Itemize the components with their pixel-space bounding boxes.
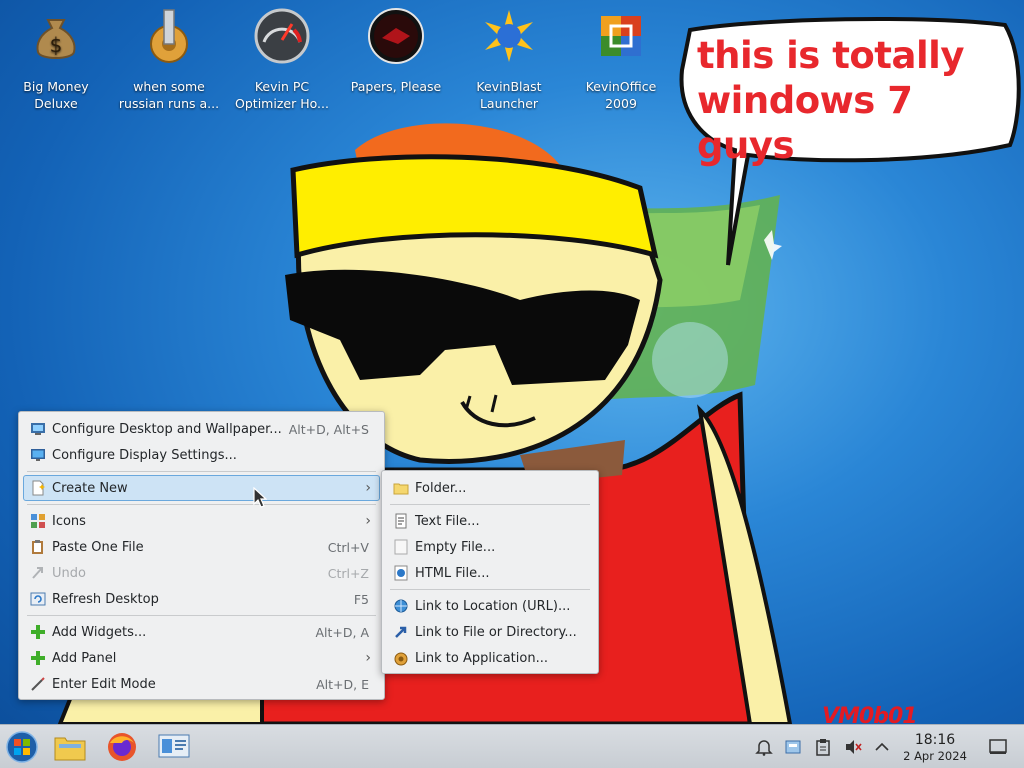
notifications-bell-icon [755, 740, 773, 756]
device-notifier-icon [785, 740, 801, 754]
add-icon [31, 625, 45, 639]
taskbar: 18:16 2 Apr 2024 [0, 724, 1024, 768]
clipboard-icon [816, 739, 830, 756]
clock-date[interactable]: 2 Apr 2024 [895, 749, 975, 763]
menu-add-widgets[interactable]: Add Widgets... Alt+D, A [23, 619, 380, 645]
menu-separator [390, 589, 590, 590]
text-file-icon [395, 513, 407, 529]
undo-icon [32, 567, 43, 579]
money-bag-icon: $ [36, 19, 76, 59]
office-icon [601, 16, 641, 56]
html-file-icon [394, 565, 408, 581]
menu-paste-one-file[interactable]: Paste One File Ctrl+V [23, 534, 380, 560]
desktop-icon-kevinoffice-2009[interactable]: KevinOffice 2009 [568, 8, 674, 112]
display-icon [31, 449, 45, 461]
menu-separator [390, 504, 590, 505]
desktop-settings-icon [31, 423, 45, 435]
artist-signature: VM0b01 [822, 704, 918, 724]
taskbar-file-manager[interactable] [50, 725, 90, 768]
svg-text:$: $ [50, 33, 63, 57]
papers-please-icon [368, 8, 424, 64]
taskbar-system-settings[interactable] [154, 725, 194, 768]
speedometer-icon [254, 8, 310, 64]
taskbar-firefox[interactable] [102, 725, 142, 768]
menu-icons[interactable]: Icons › [23, 508, 380, 534]
icons-grid-icon [31, 514, 45, 528]
start-orb-icon [6, 731, 38, 763]
file-link-icon [395, 626, 407, 638]
desktop-context-menu: Configure Desktop and Wallpaper... Alt+D… [18, 411, 385, 700]
show-desktop-icon [989, 739, 1007, 754]
chevron-right-icon: › [365, 513, 371, 529]
refresh-icon [30, 592, 46, 606]
submenu-html-file[interactable]: HTML File... [386, 560, 594, 586]
menu-refresh-desktop[interactable]: Refresh Desktop F5 [23, 586, 380, 612]
submenu-folder[interactable]: Folder... [386, 475, 594, 501]
menu-separator [27, 504, 376, 505]
app-link-icon [394, 652, 408, 666]
mouse-cursor-icon [253, 487, 267, 508]
tray-device-notifier[interactable] [782, 725, 804, 768]
desktop-icon-russian-runs[interactable]: when some russian runs a... [116, 8, 222, 112]
desktop-icon-papers-please[interactable]: Papers, Please [343, 8, 449, 95]
tray-volume[interactable] [842, 725, 864, 768]
clock-time[interactable]: 18:16 [900, 732, 970, 748]
gear-tower-icon [150, 9, 188, 63]
new-document-icon [32, 480, 45, 496]
empty-file-icon [394, 539, 408, 555]
menu-separator [27, 471, 376, 472]
menu-undo[interactable]: Undo Ctrl+Z [23, 560, 380, 586]
show-desktop-button[interactable] [986, 725, 1010, 768]
create-new-submenu: Folder... Text File... Empty File... HTM… [381, 470, 599, 674]
menu-enter-edit-mode[interactable]: Enter Edit Mode Alt+D, E [23, 671, 380, 697]
submenu-link-file[interactable]: Link to File or Directory... [386, 619, 594, 645]
url-link-icon [394, 599, 408, 613]
paste-icon [32, 540, 43, 554]
file-manager-icon [54, 737, 86, 761]
menu-configure-desktop[interactable]: Configure Desktop and Wallpaper... Alt+D… [23, 416, 380, 442]
menu-create-new[interactable]: Create New › [23, 475, 380, 501]
folder-icon [393, 483, 409, 495]
submenu-link-application[interactable]: Link to Application... [386, 645, 594, 671]
menu-configure-display[interactable]: Configure Display Settings... [23, 442, 380, 468]
kevinblast-icon [485, 10, 533, 62]
tray-expand-icon [875, 742, 889, 751]
desktop-icon-kevin-pc-optimizer[interactable]: Kevin PC Optimizer Ho... [229, 8, 335, 112]
tray-clipboard[interactable] [812, 725, 834, 768]
add-icon [31, 651, 45, 665]
start-button[interactable] [0, 725, 44, 768]
submenu-link-url[interactable]: Link to Location (URL)... [386, 593, 594, 619]
firefox-icon [108, 733, 136, 761]
edit-icon [31, 677, 45, 691]
system-settings-icon [158, 734, 190, 758]
volume-muted-icon [846, 740, 862, 754]
submenu-empty-file[interactable]: Empty File... [386, 534, 594, 560]
tray-notifications[interactable] [753, 725, 775, 768]
chevron-right-icon: › [365, 480, 371, 496]
speech-bubble-text: this is totally windows 7 guys [697, 34, 964, 167]
menu-add-panel[interactable]: Add Panel › [23, 645, 380, 671]
submenu-text-file[interactable]: Text File... [386, 508, 594, 534]
desktop-icon-big-money-deluxe[interactable]: $ Big Money Deluxe [3, 8, 109, 112]
menu-separator [27, 615, 376, 616]
tray-expand[interactable] [871, 725, 893, 768]
desktop-icon-kevinblast-launcher[interactable]: KevinBlast Launcher [456, 8, 562, 112]
chevron-right-icon: › [365, 650, 371, 666]
desktop[interactable]: $ Big Money Deluxe when some russian run… [0, 0, 1024, 724]
